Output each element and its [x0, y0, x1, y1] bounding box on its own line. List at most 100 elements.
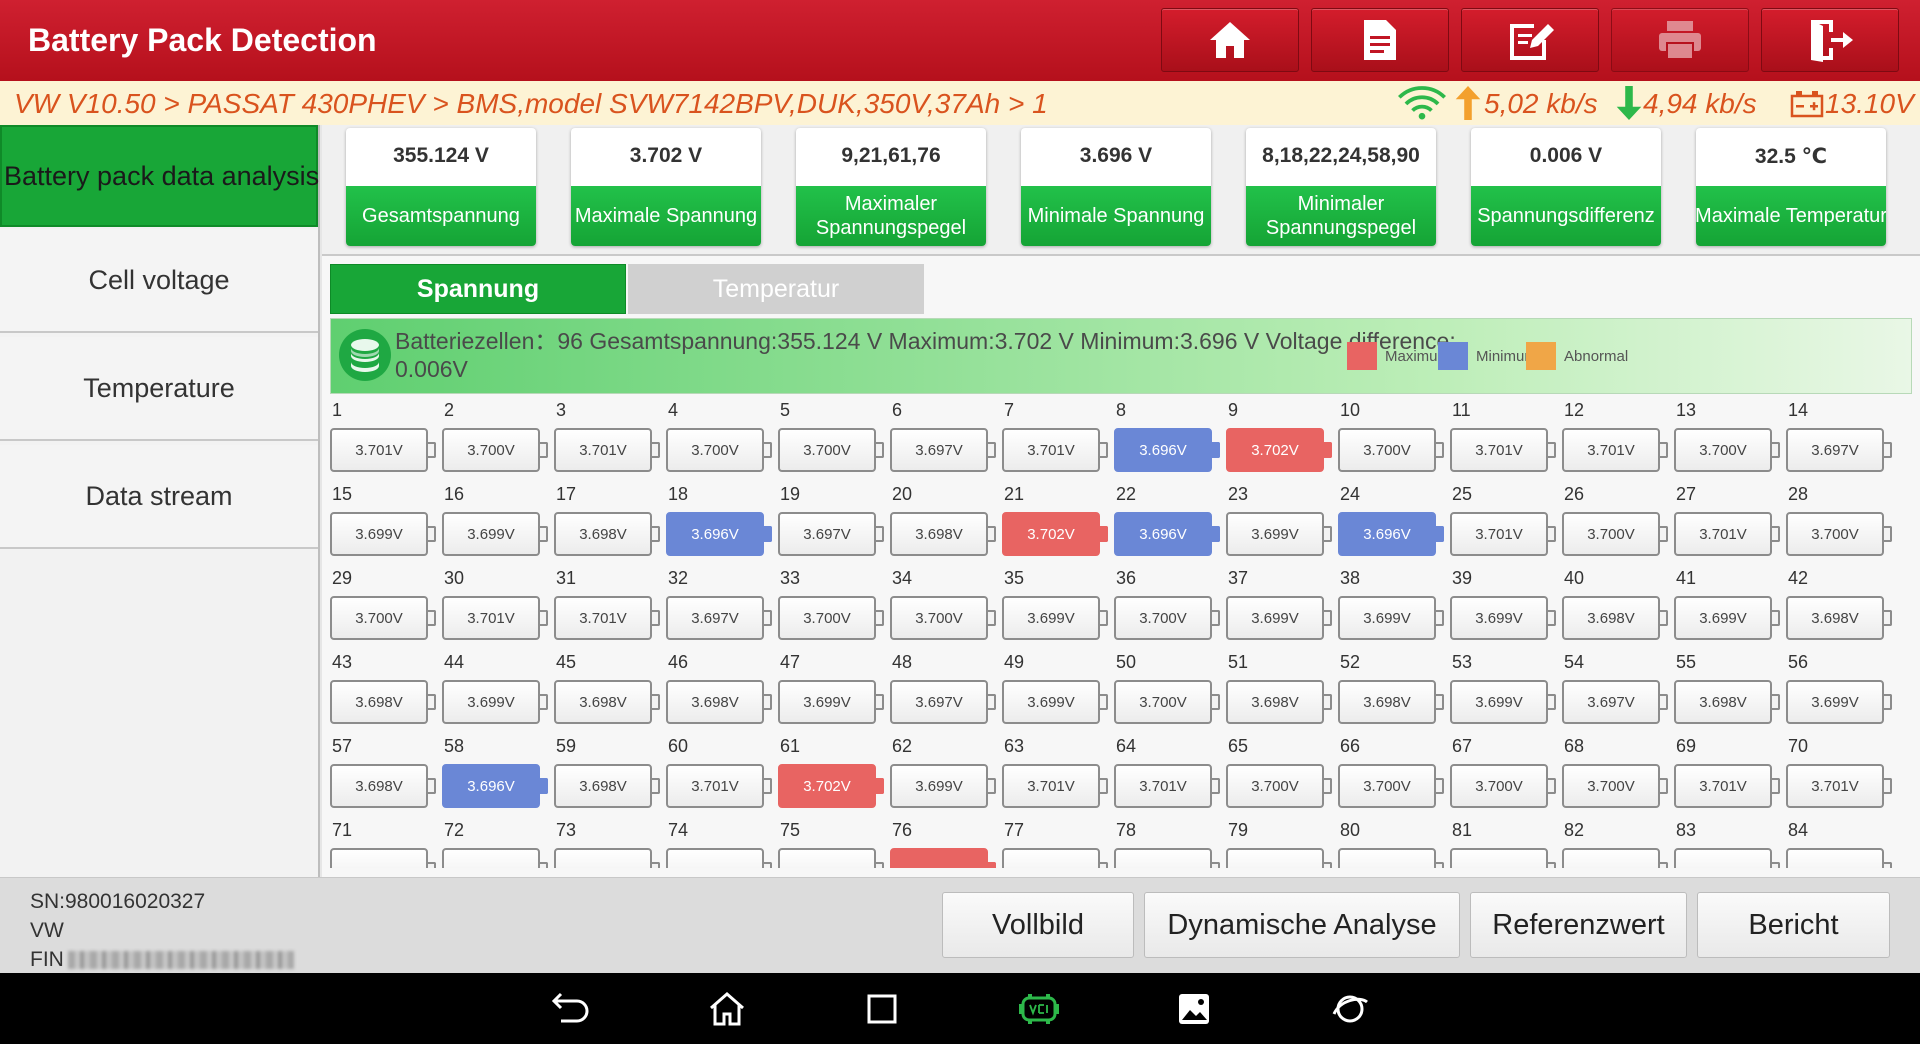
battery-cell[interactable]: 55 3.698V: [1674, 652, 1786, 732]
battery-cell[interactable]: 18 3.696V: [666, 484, 778, 564]
battery-cell[interactable]: 3 3.701V: [554, 400, 666, 480]
battery-cell[interactable]: 2 3.700V: [442, 400, 554, 480]
battery-cell[interactable]: 65 3.700V: [1226, 736, 1338, 816]
battery-cell[interactable]: 68 3.700V: [1562, 736, 1674, 816]
battery-cell[interactable]: 70 3.701V: [1786, 736, 1898, 816]
edit-button[interactable]: [1461, 8, 1599, 72]
tab-temperatur[interactable]: Temperatur: [628, 264, 924, 314]
battery-cell[interactable]: 31 3.701V: [554, 568, 666, 648]
battery-cell[interactable]: 19 3.697V: [778, 484, 890, 564]
battery-cell[interactable]: 60 3.701V: [666, 736, 778, 816]
battery-cell[interactable]: 14 3.697V: [1786, 400, 1898, 480]
summary-card-max-voltage[interactable]: 3.702 V Maximale Spannung: [571, 128, 761, 246]
battery-cell[interactable]: 23 3.699V: [1226, 484, 1338, 564]
battery-cell[interactable]: 4 3.700V: [666, 400, 778, 480]
report-button[interactable]: [1311, 8, 1449, 72]
summary-card-total-voltage[interactable]: 355.124 V Gesamtspannung: [346, 128, 536, 246]
battery-cell[interactable]: 50 3.700V: [1114, 652, 1226, 732]
battery-cell[interactable]: 13 3.700V: [1674, 400, 1786, 480]
battery-cell[interactable]: 64 3.701V: [1114, 736, 1226, 816]
battery-cell[interactable]: 12 3.701V: [1562, 400, 1674, 480]
dynamic-analysis-button[interactable]: Dynamische Analyse: [1144, 892, 1460, 958]
battery-cell[interactable]: 44 3.699V: [442, 652, 554, 732]
vci-button[interactable]: [1018, 990, 1060, 1028]
battery-cell[interactable]: 71: [330, 820, 442, 868]
battery-cell[interactable]: 36 3.700V: [1114, 568, 1226, 648]
summary-card-max-voltage-cells[interactable]: 9,21,61,76 Maximaler Spannungspegel: [796, 128, 986, 246]
battery-cell[interactable]: 47 3.699V: [778, 652, 890, 732]
battery-cell[interactable]: 69 3.701V: [1674, 736, 1786, 816]
battery-cell[interactable]: 29 3.700V: [330, 568, 442, 648]
battery-cell[interactable]: 79: [1226, 820, 1338, 868]
battery-cell[interactable]: 46 3.698V: [666, 652, 778, 732]
battery-cell[interactable]: 35 3.699V: [1002, 568, 1114, 648]
battery-cell[interactable]: 59 3.698V: [554, 736, 666, 816]
battery-cell[interactable]: 38 3.699V: [1338, 568, 1450, 648]
battery-cell[interactable]: 24 3.696V: [1338, 484, 1450, 564]
battery-cell[interactable]: 11 3.701V: [1450, 400, 1562, 480]
exit-button[interactable]: [1761, 8, 1899, 72]
battery-cell[interactable]: 75: [778, 820, 890, 868]
battery-cell[interactable]: 26 3.700V: [1562, 484, 1674, 564]
home-nav-button[interactable]: [707, 990, 747, 1028]
battery-cell[interactable]: 37 3.699V: [1226, 568, 1338, 648]
battery-cell[interactable]: 73: [554, 820, 666, 868]
reference-value-button[interactable]: Referenzwert: [1470, 892, 1687, 958]
battery-cell[interactable]: 25 3.701V: [1450, 484, 1562, 564]
battery-cell[interactable]: 7 3.701V: [1002, 400, 1114, 480]
print-button[interactable]: [1611, 8, 1749, 72]
battery-cell[interactable]: 81: [1450, 820, 1562, 868]
battery-cell[interactable]: 39 3.699V: [1450, 568, 1562, 648]
battery-cell[interactable]: 49 3.699V: [1002, 652, 1114, 732]
battery-cell[interactable]: 8 3.696V: [1114, 400, 1226, 480]
battery-cell[interactable]: 15 3.699V: [330, 484, 442, 564]
battery-cell[interactable]: 62 3.699V: [890, 736, 1002, 816]
battery-cell[interactable]: 61 3.702V: [778, 736, 890, 816]
battery-cell[interactable]: 33 3.700V: [778, 568, 890, 648]
battery-cell[interactable]: 57 3.698V: [330, 736, 442, 816]
battery-cell[interactable]: 74: [666, 820, 778, 868]
battery-cell[interactable]: 63 3.701V: [1002, 736, 1114, 816]
battery-cell[interactable]: 51 3.698V: [1226, 652, 1338, 732]
summary-card-max-temperature[interactable]: 32.5 ℃ Maximale Temperatur: [1696, 128, 1886, 246]
summary-card-min-voltage-cells[interactable]: 8,18,22,24,58,90 Minimaler Spannungspege…: [1246, 128, 1436, 246]
gallery-button[interactable]: [1174, 990, 1214, 1028]
battery-cell[interactable]: 66 3.700V: [1338, 736, 1450, 816]
battery-cell[interactable]: 16 3.699V: [442, 484, 554, 564]
battery-cell[interactable]: 21 3.702V: [1002, 484, 1114, 564]
battery-cell[interactable]: 40 3.698V: [1562, 568, 1674, 648]
sidebar-item-cell-voltage[interactable]: Cell voltage: [0, 229, 318, 333]
battery-cell[interactable]: 54 3.697V: [1562, 652, 1674, 732]
battery-cell[interactable]: 82: [1562, 820, 1674, 868]
battery-cell[interactable]: 34 3.700V: [890, 568, 1002, 648]
battery-cell[interactable]: 30 3.701V: [442, 568, 554, 648]
battery-cell[interactable]: 10 3.700V: [1338, 400, 1450, 480]
sidebar-item-battery-analysis[interactable]: Battery pack data analysis: [0, 125, 319, 227]
recents-button[interactable]: [862, 990, 902, 1028]
battery-cell[interactable]: 45 3.698V: [554, 652, 666, 732]
battery-cell[interactable]: 27 3.701V: [1674, 484, 1786, 564]
summary-card-min-voltage[interactable]: 3.696 V Minimale Spannung: [1021, 128, 1211, 246]
battery-cell[interactable]: 48 3.697V: [890, 652, 1002, 732]
battery-cell[interactable]: 83: [1674, 820, 1786, 868]
tab-spannung[interactable]: Spannung: [330, 264, 626, 314]
battery-cell[interactable]: 58 3.696V: [442, 736, 554, 816]
battery-cell[interactable]: 80: [1338, 820, 1450, 868]
battery-cell[interactable]: 53 3.699V: [1450, 652, 1562, 732]
sidebar-item-data-stream[interactable]: Data stream: [0, 445, 318, 549]
battery-cell[interactable]: 52 3.698V: [1338, 652, 1450, 732]
battery-cell[interactable]: 77: [1002, 820, 1114, 868]
battery-cell[interactable]: 72: [442, 820, 554, 868]
battery-cell[interactable]: 78: [1114, 820, 1226, 868]
battery-cell[interactable]: 17 3.698V: [554, 484, 666, 564]
summary-card-voltage-difference[interactable]: 0.006 V Spannungsdifferenz: [1471, 128, 1661, 246]
battery-cell[interactable]: 22 3.696V: [1114, 484, 1226, 564]
browser-button[interactable]: [1330, 990, 1370, 1028]
report-button[interactable]: Bericht: [1697, 892, 1890, 958]
battery-cell[interactable]: 32 3.697V: [666, 568, 778, 648]
battery-cell[interactable]: 41 3.699V: [1674, 568, 1786, 648]
battery-cell[interactable]: 67 3.700V: [1450, 736, 1562, 816]
battery-cell[interactable]: 20 3.698V: [890, 484, 1002, 564]
sidebar-item-temperature[interactable]: Temperature: [0, 337, 318, 441]
battery-cell[interactable]: 43 3.698V: [330, 652, 442, 732]
